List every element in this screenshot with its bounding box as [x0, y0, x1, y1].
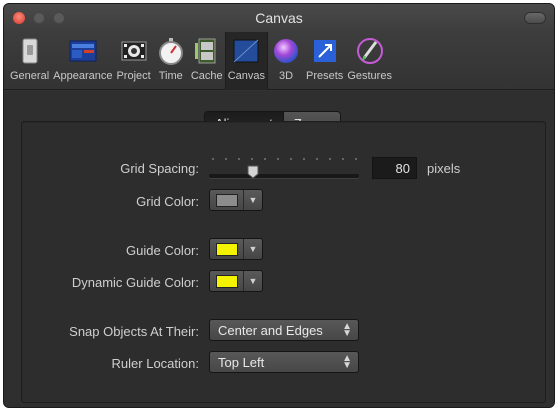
presets-arrow-icon	[309, 35, 341, 67]
guide-color-well[interactable]: ▼	[209, 238, 263, 260]
toolbar-label: Gestures	[347, 70, 392, 82]
toolbar-item-gestures[interactable]: Gestures	[345, 32, 394, 90]
snap-objects-label: Snap Objects At Their:	[69, 324, 199, 339]
grid-spacing-slider-thumb[interactable]	[247, 165, 259, 179]
grid-color-label: Grid Color:	[136, 194, 199, 209]
up-down-arrows-icon: ▲ ▼	[342, 321, 352, 339]
toolbar-toggle-button[interactable]	[524, 12, 546, 24]
gestures-pen-icon	[354, 35, 386, 67]
toolbar-label: Appearance	[53, 70, 113, 82]
grid-spacing-slider-ticks	[212, 158, 357, 161]
appearance-window-icon	[67, 35, 99, 67]
toolbar-label: Project	[116, 70, 151, 82]
dynamic-guide-color-well[interactable]: ▼	[209, 270, 263, 292]
grid-spacing-slider[interactable]	[209, 174, 359, 178]
snap-objects-popup[interactable]: Center and Edges ▲ ▼	[209, 319, 359, 341]
toolbar-item-presets[interactable]: Presets	[304, 32, 345, 90]
toolbar-label: Presets	[306, 70, 344, 82]
canvas-icon	[230, 35, 262, 67]
grid-spacing-unit: pixels	[427, 161, 461, 176]
toolbar-label: Time	[158, 70, 183, 82]
preferences-toolbar: General Appearance Project Time Cache Ca…	[4, 32, 554, 90]
general-switch-icon	[14, 35, 46, 67]
toolbar-item-3d[interactable]: 3D	[268, 32, 304, 90]
window-title: Canvas	[255, 10, 303, 26]
preferences-window: Canvas General Appearance Project Time C…	[4, 4, 554, 407]
stopwatch-icon	[155, 35, 187, 67]
toolbar-item-canvas[interactable]: Canvas	[224, 32, 269, 90]
chevron-down-icon: ▼	[248, 244, 258, 254]
toolbar-label: Canvas	[227, 70, 266, 82]
3d-sphere-icon	[270, 35, 302, 67]
dynamic-guide-color-swatch	[215, 274, 238, 288]
up-down-arrows-icon: ▲ ▼	[342, 353, 352, 371]
toolbar-label: 3D	[278, 70, 294, 82]
chevron-down-icon: ▼	[248, 276, 258, 286]
project-film-icon	[118, 35, 150, 67]
cache-film-icon	[191, 35, 223, 67]
toolbar-item-general[interactable]: General	[8, 32, 51, 90]
guide-color-label: Guide Color:	[126, 243, 199, 258]
title-bar: Canvas	[4, 4, 554, 32]
toolbar-item-cache[interactable]: Cache	[189, 32, 225, 90]
ruler-location-popup[interactable]: Top Left ▲ ▼	[209, 351, 359, 373]
toolbar-item-time[interactable]: Time	[153, 32, 189, 90]
toolbar-label: Cache	[190, 70, 223, 82]
grid-spacing-field[interactable]: 80	[372, 157, 417, 179]
grid-color-swatch	[215, 193, 238, 207]
toolbar-item-appearance[interactable]: Appearance	[51, 32, 114, 90]
dynamic-guide-color-label: Dynamic Guide Color:	[71, 275, 199, 290]
toolbar-item-project[interactable]: Project	[114, 32, 152, 90]
snap-objects-value: Center and Edges	[218, 323, 323, 338]
chevron-down-icon: ▼	[248, 195, 258, 205]
ruler-location-value: Top Left	[218, 355, 265, 370]
grid-spacing-label: Grid Spacing:	[120, 161, 199, 176]
grid-color-well[interactable]: ▼	[209, 189, 263, 211]
toolbar-label: General	[10, 70, 50, 82]
ruler-location-label: Ruler Location:	[111, 356, 199, 371]
guide-color-swatch	[215, 242, 238, 256]
